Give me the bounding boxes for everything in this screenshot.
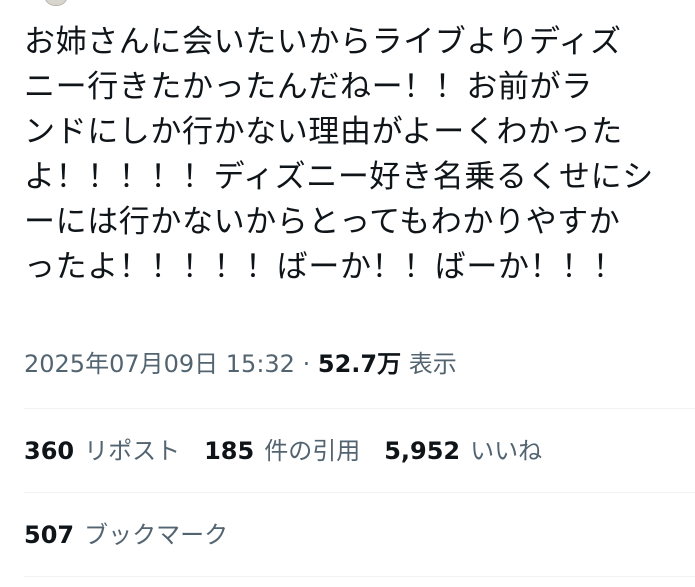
avatar[interactable] — [44, 0, 68, 6]
tweet-text-line: ったよ！！！！！ばーか！！ばーか！！！ — [24, 249, 625, 285]
views-count: 52.7万 — [317, 350, 402, 378]
tweet-text: お姉さんに会いたいからライブよりディズ ニー行きたかったんだねー！！お前がラ ン… — [24, 20, 674, 290]
quotes-label: 件の引用 — [264, 437, 361, 465]
bookmarks-count: 507 — [24, 521, 75, 549]
reposts-label: リポスト — [84, 437, 181, 465]
quotes-count: 185 — [204, 437, 255, 465]
tweet-text-line: ーには行かないからとってもわかりやすか — [24, 204, 621, 240]
reposts-count: 360 — [24, 437, 75, 465]
divider — [24, 492, 695, 493]
tweet-text-line: ニー行きたかったんだねー！！お前がラ — [24, 69, 593, 105]
tweet-text-line: ンドにしか行かない理由がよーくわかった — [24, 114, 623, 150]
tweet-text-line: お姉さんに会いたいからライブよりディズ — [24, 24, 622, 60]
divider — [24, 408, 695, 409]
likes-count: 5,952 — [384, 437, 461, 465]
divider — [24, 576, 695, 577]
reposts-stat[interactable]: 360 リポスト — [24, 433, 180, 469]
bookmarks-stat[interactable]: 507 ブックマーク — [24, 517, 228, 553]
likes-label: いいね — [470, 437, 543, 465]
bookmark-stats: 507 ブックマーク — [24, 517, 252, 553]
views-label: 表示 — [408, 350, 457, 378]
bookmarks-label: ブックマーク — [84, 521, 229, 549]
quotes-stat[interactable]: 185 件の引用 — [204, 433, 360, 469]
meta-separator: · — [302, 350, 311, 378]
engagement-stats: 360 リポスト 185 件の引用 5,952 いいね — [24, 433, 566, 469]
tweet-meta: 2025年07月09日 15:32 · 52.7万 表示 — [24, 346, 457, 382]
timestamp-link[interactable]: 2025年07月09日 15:32 — [24, 350, 295, 378]
likes-stat[interactable]: 5,952 いいね — [384, 433, 542, 469]
tweet-text-line: よ！！！！！ディズニー好き名乗るくせにシ — [24, 159, 654, 195]
